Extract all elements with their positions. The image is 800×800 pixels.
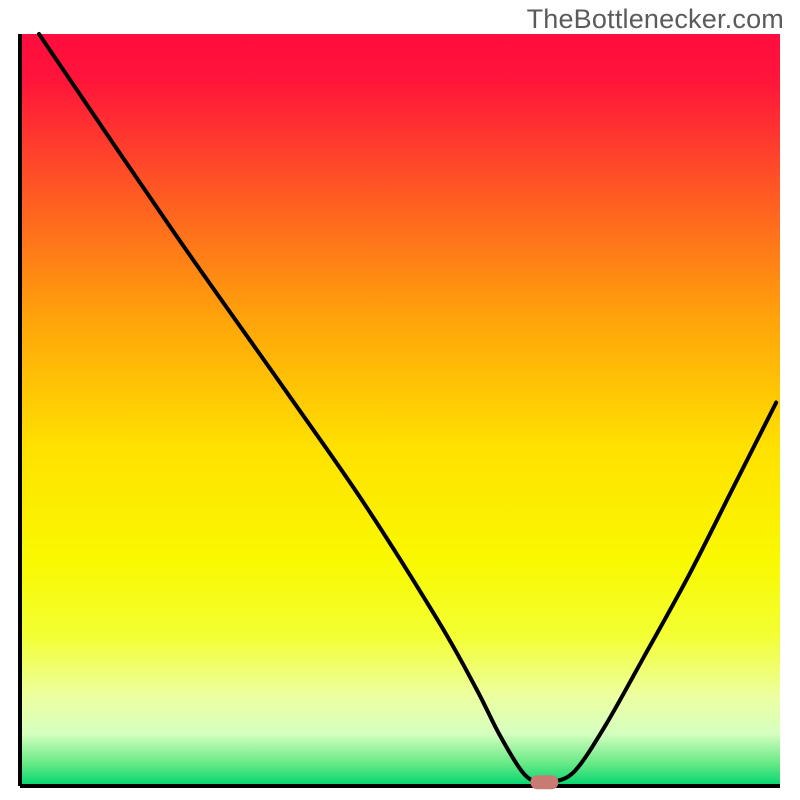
optimal-marker — [530, 775, 558, 789]
bottleneck-chart: TheBottlenecker.com — [0, 0, 800, 800]
plot-background — [20, 34, 780, 786]
watermark-text: TheBottlenecker.com — [527, 4, 784, 35]
chart-svg — [0, 0, 800, 800]
